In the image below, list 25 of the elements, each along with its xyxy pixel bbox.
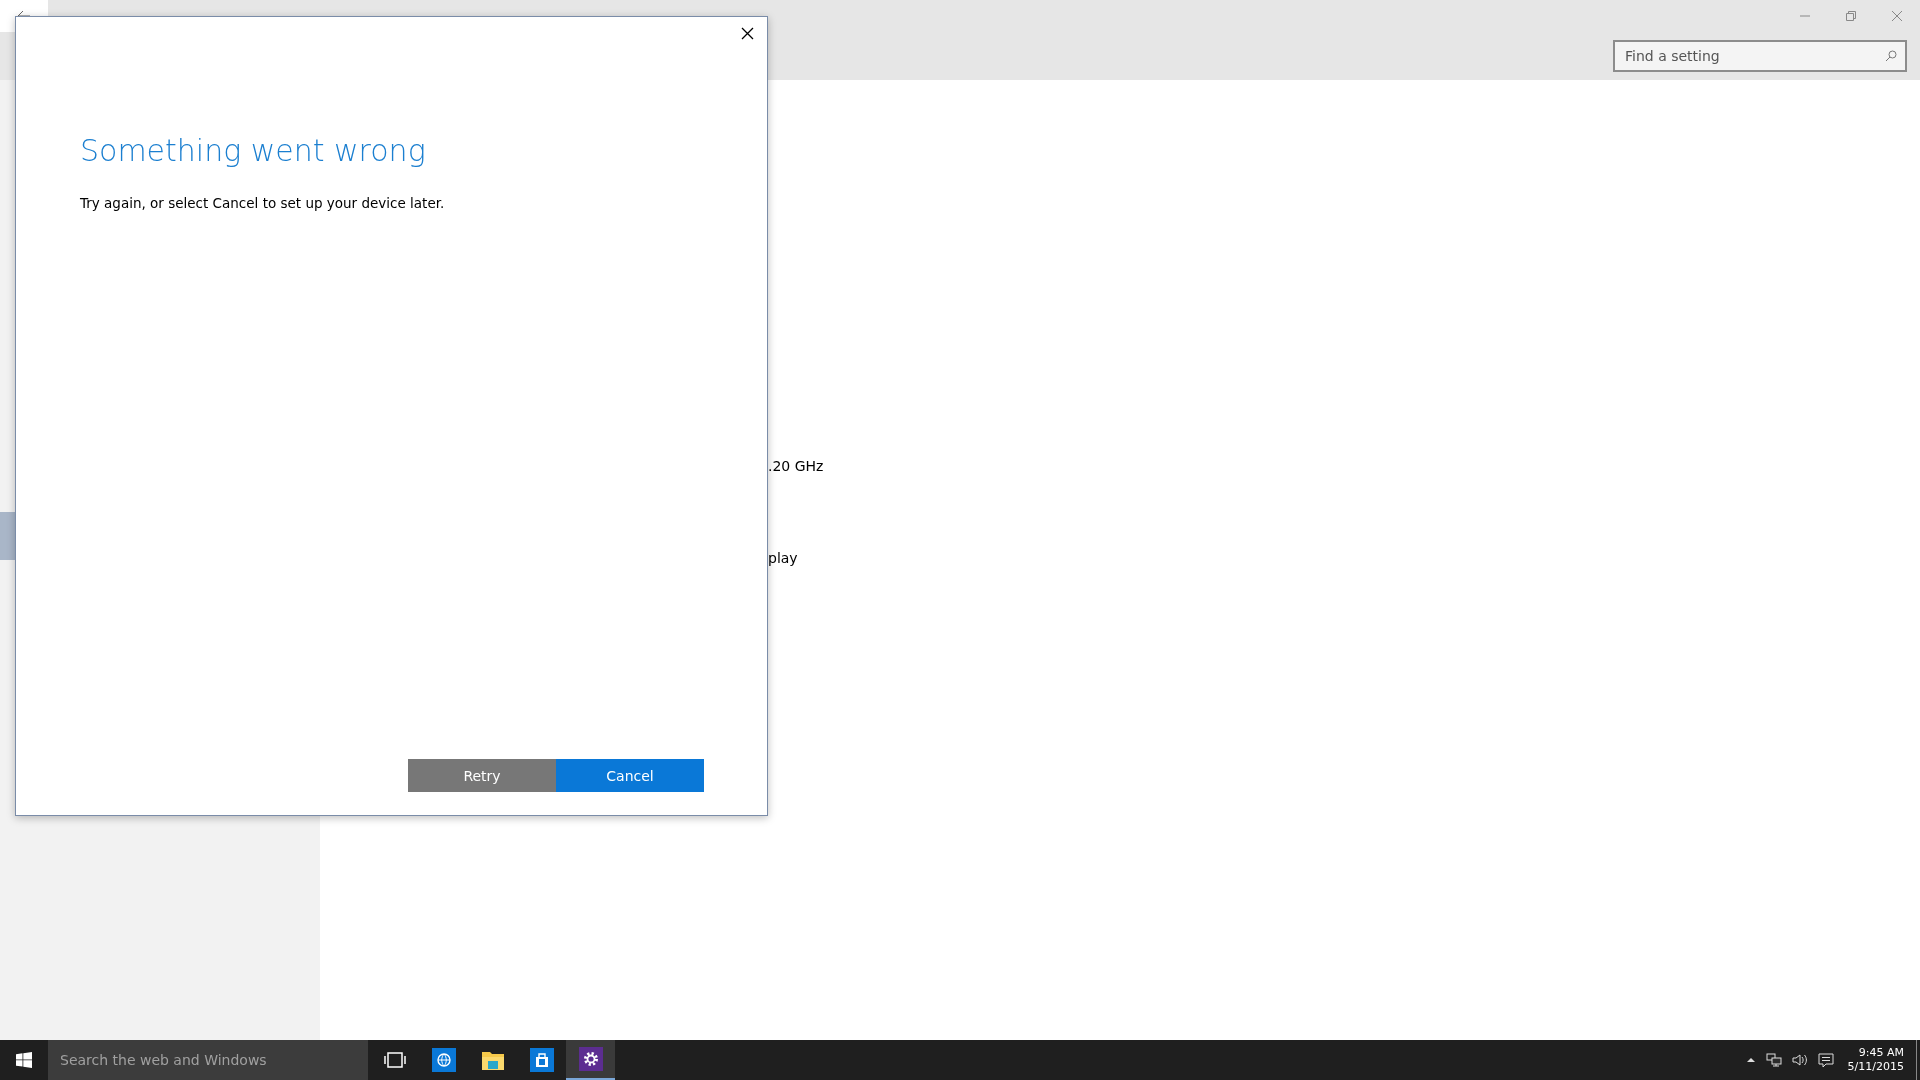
date-text: 5/11/2015 <box>1847 1060 1904 1074</box>
setting-value: play <box>768 550 799 566</box>
task-view-icon <box>383 1052 406 1068</box>
setting-value: .20 GHz <box>768 458 825 474</box>
windows-logo-icon <box>16 1052 32 1068</box>
gear-icon <box>578 1047 603 1071</box>
folder-icon <box>480 1049 505 1071</box>
taskbar-app-button[interactable] <box>566 1040 615 1080</box>
speaker-icon[interactable] <box>1791 1053 1808 1067</box>
time-text: 9:45 AM <box>1858 1046 1904 1060</box>
notification-icon[interactable] <box>1817 1052 1834 1068</box>
search-icon <box>1885 50 1897 62</box>
dialog-title: Something went wrong <box>80 133 427 168</box>
dialog-message: Try again, or select Cancel to set up your device later. <box>80 195 446 211</box>
store-bag-icon <box>529 1048 554 1072</box>
restore-icon[interactable] <box>1845 10 1857 22</box>
close-icon[interactable] <box>741 26 754 40</box>
clock[interactable]: 9:45 AM 5/11/2015 <box>1847 1046 1904 1074</box>
globe-icon <box>431 1048 456 1072</box>
chevron-up-icon[interactable] <box>1745 1057 1756 1063</box>
retry-button[interactable]: Retry <box>408 759 556 792</box>
taskbar-search-field[interactable]: Search the web and Windows <box>48 1040 368 1080</box>
network-icon[interactable] <box>1765 1053 1782 1067</box>
cancel-button[interactable]: Cancel <box>556 759 704 792</box>
search-field[interactable]: Find a setting <box>1613 40 1907 72</box>
